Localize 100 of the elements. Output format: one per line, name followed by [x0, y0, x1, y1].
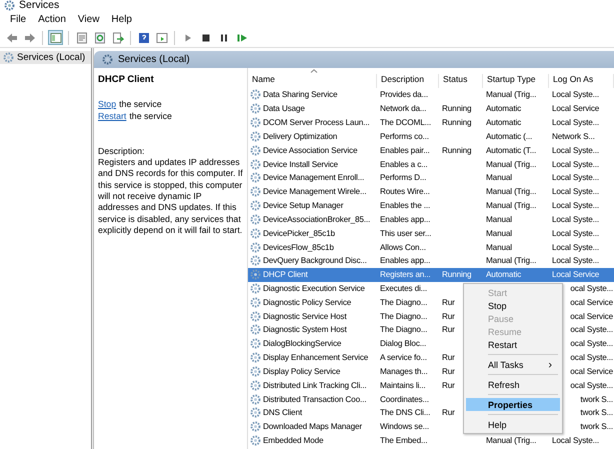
- table-cell: Manual (Trig...: [486, 256, 536, 266]
- menu-item[interactable]: Help: [466, 418, 560, 431]
- table-cell: Automatic: [486, 270, 522, 280]
- table-cell: ocal Service: [570, 298, 613, 307]
- gear-icon: [250, 380, 261, 391]
- table-cell: Rur: [442, 408, 455, 418]
- help-button[interactable]: [136, 30, 151, 45]
- table-cell: twork S...: [580, 408, 613, 418]
- export-icon: [112, 32, 124, 44]
- service-name: Distributed Transaction Coo...: [263, 394, 366, 404]
- service-name: DCOM Server Process Laun...: [263, 118, 370, 128]
- table-cell: Running: [442, 104, 472, 114]
- menu-item[interactable]: Restart: [466, 338, 560, 351]
- console-tree-button[interactable]: [48, 30, 63, 45]
- table-cell: ocal Syste...: [570, 325, 613, 334]
- table-cell: Local Syste...: [552, 242, 600, 252]
- table-cell: Local Syste...: [552, 118, 600, 128]
- table-cell: Manual: [486, 173, 512, 182]
- table-cell: Routes Wire...: [380, 187, 430, 196]
- action-link[interactable]: Restart: [98, 110, 126, 121]
- column-header[interactable]: Startup Type: [483, 74, 549, 88]
- table-cell: Local Syste...: [552, 201, 600, 210]
- gear-icon: [250, 283, 261, 294]
- gear-icon: [250, 89, 261, 100]
- table-cell: Dialog Bloc...: [380, 339, 426, 348]
- gear-icon: [250, 435, 261, 446]
- gear-icon: [250, 394, 261, 405]
- gear-icon: [250, 200, 261, 212]
- menu-item[interactable]: Action: [32, 14, 72, 25]
- table-cell: The DCOML...: [380, 118, 431, 128]
- stop-icon: [200, 32, 212, 44]
- table-cell: Manual: [486, 228, 512, 238]
- table-cell: Windows se...: [380, 422, 430, 432]
- refresh-button[interactable]: [92, 30, 107, 45]
- action-link[interactable]: Stop: [98, 99, 116, 110]
- service-name: Distributed Link Tracking Cli...: [263, 380, 366, 390]
- gear-icon: [250, 130, 261, 142]
- table-cell: Allows Con...: [380, 242, 426, 252]
- table-cell: Rur: [442, 366, 455, 376]
- column-header[interactable]: Description: [377, 74, 439, 88]
- menu-item[interactable]: Help: [105, 14, 138, 25]
- action-text: the service: [129, 110, 172, 121]
- gear-icon: [102, 54, 113, 65]
- table-cell: Running: [442, 118, 472, 128]
- table-cell: Enables a c...: [380, 160, 428, 169]
- menu-item[interactable]: Refresh: [466, 378, 560, 391]
- table-cell: Provides da...: [380, 90, 428, 100]
- export-button[interactable]: [110, 30, 125, 45]
- table-cell: Manual (Trig...: [486, 90, 536, 100]
- service-name: DevicePicker_85c1b: [263, 228, 335, 238]
- table-cell: Local Syste...: [552, 187, 600, 196]
- table-cell: Local Syste...: [552, 90, 600, 100]
- service-name: Diagnostic System Host: [263, 325, 347, 334]
- selected-row[interactable]: DHCP Client Registers an... Running Automatic Local Service: [248, 268, 614, 282]
- gear-icon: [250, 228, 261, 239]
- menu-item[interactable]: Properties: [466, 398, 560, 411]
- table-cell: ocal Syste...: [570, 380, 613, 390]
- service-name: Downloaded Maps Manager: [263, 422, 362, 432]
- table-cell: Rur: [442, 353, 455, 362]
- menu-item[interactable]: All Tasks ›: [466, 358, 560, 371]
- service-name: Delivery Optimization: [263, 132, 338, 141]
- service-name: DevQuery Background Disc...: [263, 256, 367, 266]
- gear-icon: [250, 144, 261, 156]
- menu-item[interactable]: File: [4, 14, 32, 25]
- service-title: DHCP Client: [98, 74, 155, 86]
- table-cell: Enables app...: [380, 256, 430, 266]
- gear-icon: [250, 366, 261, 377]
- table-cell: Manages th...: [380, 366, 428, 376]
- sort-icon: [310, 69, 318, 73]
- table-cell: Manual (Trig...: [486, 160, 536, 169]
- table-cell: The Diagno...: [380, 325, 428, 334]
- table-cell: Coordinates...: [380, 394, 429, 404]
- column-header[interactable]: Name: [248, 74, 377, 88]
- table-cell: Manual: [486, 214, 512, 224]
- table-cell: Manual (Trig...: [486, 187, 536, 196]
- service-name: Device Management Wirele...: [263, 187, 366, 196]
- table-cell: Local Syste...: [552, 214, 600, 224]
- column-header[interactable]: Log On As: [549, 74, 614, 88]
- service-name: DHCP Client: [263, 270, 308, 280]
- menu-item[interactable]: View: [72, 14, 106, 25]
- resume-icon: [236, 32, 248, 44]
- gear-icon: [250, 186, 261, 198]
- service-name: DialogBlockingService: [263, 339, 342, 348]
- table-cell: Local Syste...: [552, 256, 600, 266]
- view-button[interactable]: [154, 30, 169, 45]
- table-cell: Performs co...: [380, 132, 429, 141]
- service-name: Device Install Service: [263, 160, 338, 169]
- gear-icon: [250, 158, 261, 170]
- menu-item[interactable]: Stop: [466, 299, 560, 312]
- table-cell: ocal Service: [570, 312, 613, 321]
- service-name: Data Sharing Service: [263, 90, 338, 100]
- description-label: Description:: [98, 146, 146, 158]
- description-text: Registers and updates IP addresses and DNS records for this computer. If this service is stopped, this computer will not receive dynamic IP addresses and DNS updates. If this service is disabled, any services that explicitly depend on it will fail to start.: [98, 157, 243, 236]
- column-header[interactable]: Status: [439, 74, 483, 88]
- gear-icon: [250, 352, 261, 364]
- gear-icon: [250, 310, 261, 322]
- properties-button[interactable]: [74, 30, 89, 45]
- tree-item[interactable]: Services (Local): [0, 51, 91, 64]
- service-name: Display Policy Service: [263, 366, 340, 376]
- table-cell: Network S...: [552, 132, 595, 141]
